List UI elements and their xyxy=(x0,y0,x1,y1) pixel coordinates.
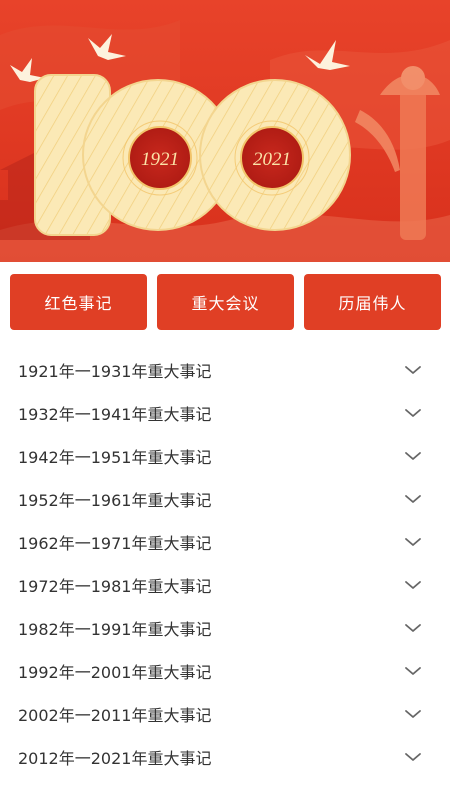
chevron-down-icon[interactable] xyxy=(404,750,422,764)
chevron-down-icon[interactable] xyxy=(404,449,422,463)
tab-leaders[interactable]: 历届伟人 xyxy=(304,274,441,330)
event-list-item[interactable]: 1932年一1941年重大事记 xyxy=(0,391,450,434)
event-label: 2002年一2011年重大事记 xyxy=(18,705,212,725)
year-start-text: 1921 xyxy=(141,149,179,170)
event-list: 1921年一1931年重大事记 1932年一1941年重大事记 1942年一19… xyxy=(0,348,450,778)
chevron-down-icon[interactable] xyxy=(404,492,422,506)
event-label: 1962年一1971年重大事记 xyxy=(18,533,212,553)
category-tabs: 红色事记 重大会议 历届伟人 xyxy=(0,262,450,340)
event-list-item[interactable]: 1962年一1971年重大事记 xyxy=(0,520,450,563)
tab-red-events[interactable]: 红色事记 xyxy=(10,274,147,330)
chevron-down-icon[interactable] xyxy=(404,664,422,678)
centenary-artwork: 1921 2021 xyxy=(0,0,450,262)
event-label: 1972年一1981年重大事记 xyxy=(18,576,212,596)
year-end-text: 2021 xyxy=(253,149,291,170)
event-list-item[interactable]: 2002年一2011年重大事记 xyxy=(0,692,450,735)
event-list-item[interactable]: 2012年一2021年重大事记 xyxy=(0,735,450,778)
event-label: 1952年一1961年重大事记 xyxy=(18,490,212,510)
event-label: 1942年一1951年重大事记 xyxy=(18,447,212,467)
chevron-down-icon[interactable] xyxy=(404,406,422,420)
event-list-item[interactable]: 1992年一2001年重大事记 xyxy=(0,649,450,692)
chevron-down-icon[interactable] xyxy=(404,621,422,635)
chevron-down-icon[interactable] xyxy=(404,363,422,377)
centenary-banner: 1921 2021 xyxy=(0,0,450,262)
chevron-down-icon[interactable] xyxy=(404,578,422,592)
tab-major-meetings[interactable]: 重大会议 xyxy=(157,274,294,330)
event-list-item[interactable]: 1972年一1981年重大事记 xyxy=(0,563,450,606)
event-list-item[interactable]: 1982年一1991年重大事记 xyxy=(0,606,450,649)
event-list-item[interactable]: 1952年一1961年重大事记 xyxy=(0,477,450,520)
event-list-item[interactable]: 1921年一1931年重大事记 xyxy=(0,348,450,391)
event-label: 2012年一2021年重大事记 xyxy=(18,748,212,768)
event-label: 1932年一1941年重大事记 xyxy=(18,404,212,424)
event-label: 1992年一2001年重大事记 xyxy=(18,662,212,682)
event-list-item[interactable]: 1942年一1951年重大事记 xyxy=(0,434,450,477)
chevron-down-icon[interactable] xyxy=(404,707,422,721)
event-label: 1982年一1991年重大事记 xyxy=(18,619,212,639)
chevron-down-icon[interactable] xyxy=(404,535,422,549)
event-label: 1921年一1931年重大事记 xyxy=(18,361,212,381)
